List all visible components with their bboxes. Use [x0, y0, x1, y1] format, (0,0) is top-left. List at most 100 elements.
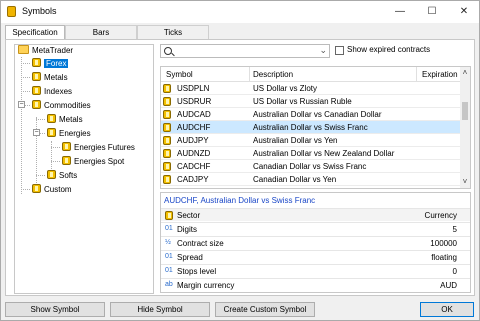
collapse-toggle[interactable]: −: [33, 129, 40, 136]
table-row[interactable]: USDRUR US Dollar vs Russian Ruble: [161, 95, 461, 108]
app-coin-icon: [7, 6, 16, 17]
specification-panel: MetaTrader Forex Metals Indexes − Commod…: [5, 39, 475, 296]
tree-item-indexes[interactable]: Indexes: [32, 86, 72, 98]
symbols-window: Symbols — ☐ ✕ Specification Bars Ticks M…: [0, 0, 480, 321]
property-row[interactable]: ½ Contract size 100000: [161, 236, 470, 249]
show-expired-checkbox[interactable]: [335, 46, 344, 55]
description-cell: Australian Dollar vs Yen: [253, 136, 338, 145]
chevron-down-icon[interactable]: ⌄: [319, 45, 327, 56]
property-value: Currency: [424, 211, 457, 220]
text-icon: ab: [165, 281, 173, 288]
symbols-table[interactable]: Symbol Description Expiration USDPLN US …: [160, 66, 471, 189]
collapse-toggle[interactable]: −: [18, 101, 25, 108]
table-row[interactable]: USDPLN US Dollar vs Zloty: [161, 82, 461, 95]
number-icon: 01: [165, 253, 173, 260]
maximize-button[interactable]: ☐: [417, 3, 447, 21]
coin-icon: [163, 110, 171, 119]
symbol-tree[interactable]: MetaTrader Forex Metals Indexes − Commod…: [14, 44, 154, 294]
coin-icon: [47, 128, 56, 137]
tree-root[interactable]: MetaTrader: [18, 45, 73, 57]
scroll-thumb[interactable]: [462, 102, 468, 120]
tree-item-label: Metals: [59, 115, 83, 124]
property-value: floating: [431, 253, 457, 262]
table-row[interactable]: CADJPY Canadian Dollar vs Yen: [161, 173, 461, 186]
tree-item-forex[interactable]: Forex: [32, 58, 69, 70]
window-title: Symbols: [22, 6, 57, 16]
coin-icon: [32, 184, 41, 193]
properties-title: AUDCHF, Australian Dollar vs Swiss Franc: [164, 196, 316, 205]
description-cell: US Dollar vs Zloty: [253, 84, 318, 93]
tree-item-commodities-metals[interactable]: Metals: [47, 114, 83, 126]
property-label: Sector: [177, 211, 201, 220]
number-icon: 01: [165, 267, 173, 274]
tree-item-label: Indexes: [44, 87, 73, 96]
coin-icon: [47, 114, 56, 123]
coin-icon: [163, 123, 171, 132]
column-header-description[interactable]: Description: [253, 70, 293, 79]
tree-item-commodities[interactable]: Commodities: [32, 100, 91, 112]
property-label: Contract size: [177, 239, 224, 248]
tree-item-label: Custom: [44, 185, 72, 194]
symbol-properties-panel: AUDCHF, Australian Dollar vs Swiss Franc…: [160, 192, 471, 293]
coin-icon: [32, 100, 41, 109]
column-header-symbol[interactable]: Symbol: [166, 70, 193, 79]
tab-specification[interactable]: Specification: [5, 25, 65, 40]
coin-icon: [47, 170, 56, 179]
property-row[interactable]: ab Margin currency AUD: [161, 278, 470, 291]
scroll-up-icon[interactable]: ˄: [460, 68, 470, 77]
table-row[interactable]: AUDNZD Australian Dollar vs New Zealand …: [161, 147, 461, 160]
property-label: Margin currency: [177, 281, 235, 290]
symbol-search-combo[interactable]: ⌄: [160, 44, 330, 58]
column-header-expiration[interactable]: Expiration: [422, 70, 458, 79]
title-bar[interactable]: Symbols — ☐ ✕: [1, 1, 479, 23]
show-expired-label: Show expired contracts: [347, 45, 431, 54]
coin-icon: [163, 149, 171, 158]
coin-icon: [165, 211, 173, 220]
tree-item-metals[interactable]: Metals: [32, 72, 68, 84]
tree-item-custom[interactable]: Custom: [32, 184, 72, 196]
ok-button[interactable]: OK: [420, 302, 474, 317]
property-value: 5: [452, 225, 457, 234]
property-row[interactable]: 01 Stops level 0: [161, 264, 470, 277]
table-scrollbar[interactable]: ˄ ˅: [460, 67, 470, 188]
coin-icon: [62, 156, 71, 165]
minimize-button[interactable]: —: [385, 3, 415, 21]
hide-symbol-button[interactable]: Hide Symbol: [110, 302, 210, 317]
description-cell: Australian Dollar vs Swiss Franc: [253, 123, 368, 132]
tab-bars[interactable]: Bars: [65, 25, 137, 39]
table-row[interactable]: AUDJPY Australian Dollar vs Yen: [161, 134, 461, 147]
table-row[interactable]: CADCHF Canadian Dollar vs Swiss Franc: [161, 160, 461, 173]
description-cell: US Dollar vs Russian Ruble: [253, 97, 352, 106]
create-custom-symbol-button[interactable]: Create Custom Symbol: [215, 302, 315, 317]
tab-ticks[interactable]: Ticks: [137, 25, 209, 39]
symbol-cell: USDRUR: [177, 97, 212, 106]
tree-item-energies-spot[interactable]: Energies Spot: [62, 156, 124, 168]
table-row[interactable]: AUDCAD Australian Dollar vs Canadian Dol…: [161, 108, 461, 121]
property-label: Stops level: [177, 267, 217, 276]
property-label: Digits: [177, 225, 198, 234]
tree-item-label: Energies: [59, 129, 91, 138]
table-row-selected[interactable]: AUDCHF Australian Dollar vs Swiss Franc: [161, 121, 461, 134]
coin-icon: [32, 86, 41, 95]
search-icon: [164, 47, 172, 55]
property-value: 100000: [430, 239, 457, 248]
property-row[interactable]: 01 Digits 5: [161, 222, 470, 235]
tree-item-energies[interactable]: Energies: [47, 128, 91, 140]
close-button[interactable]: ✕: [449, 3, 479, 21]
coin-icon: [163, 97, 171, 106]
description-cell: Australian Dollar vs New Zealand Dollar: [253, 149, 395, 158]
property-row[interactable]: Sector Currency: [161, 208, 470, 221]
coin-icon: [32, 58, 41, 67]
fraction-icon: ½: [165, 239, 171, 246]
tree-item-energies-futures[interactable]: Energies Futures: [62, 142, 135, 154]
property-row[interactable]: 01 Spread floating: [161, 250, 470, 263]
tree-item-softs[interactable]: Softs: [47, 170, 77, 182]
property-value: AUD: [440, 281, 457, 290]
property-label: Spread: [177, 253, 203, 262]
symbol-cell: AUDCHF: [177, 123, 211, 132]
show-symbol-button[interactable]: Show Symbol: [5, 302, 105, 317]
scroll-down-icon[interactable]: ˅: [460, 177, 470, 186]
symbol-cell: AUDCAD: [177, 110, 211, 119]
coin-icon: [62, 142, 71, 151]
description-cell: Canadian Dollar vs Yen: [253, 175, 337, 184]
